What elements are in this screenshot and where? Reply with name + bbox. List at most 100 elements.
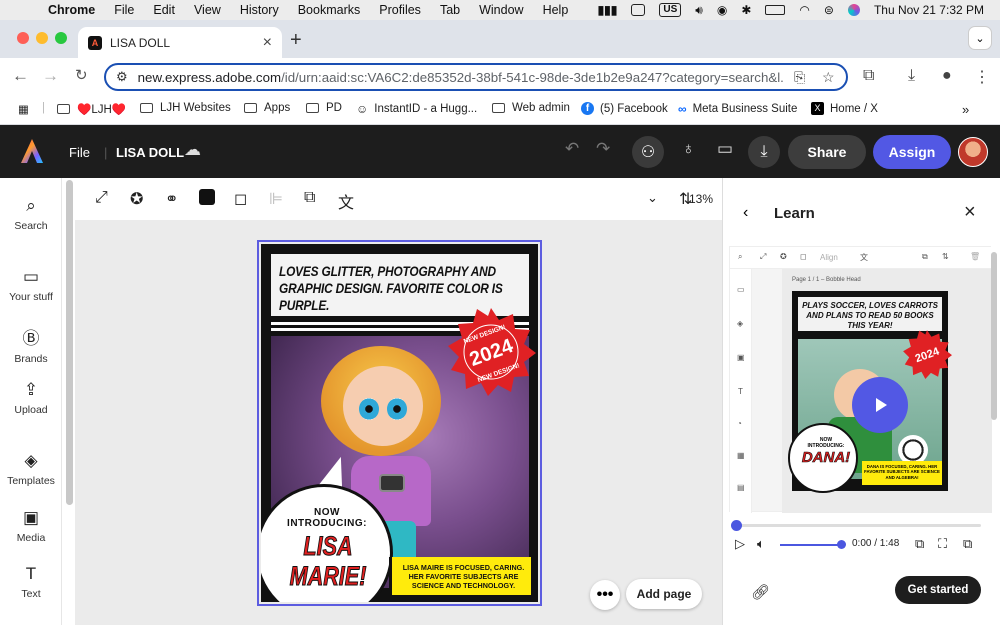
bookmark-ljh-folder[interactable]: ♥️LJH♥️: [57, 102, 126, 116]
address-url[interactable]: new.express.adobe.com/id/urn:aaid:sc:VA6…: [138, 70, 783, 85]
rail-scrollbar[interactable]: [66, 180, 73, 505]
rail-item-text[interactable]: T Text: [0, 564, 62, 600]
animate-icon[interactable]: ⚭: [165, 189, 178, 209]
cloud-icon[interactable]: ☁︎: [184, 140, 201, 160]
extensions-puzzle-icon[interactable]: ⧉: [863, 67, 874, 85]
link-icon[interactable]: 🔗︎: [751, 583, 770, 601]
window-close-button[interactable]: [17, 32, 29, 44]
volume-icon[interactable]: 🔊︎: [695, 3, 703, 18]
menu-history[interactable]: History: [240, 3, 279, 17]
rail-item-upload[interactable]: ⇪ Upload: [0, 380, 62, 416]
translate-icon[interactable]: 文: [338, 189, 354, 213]
window-zoom-button[interactable]: [55, 32, 67, 44]
more-options-button[interactable]: •••: [590, 580, 620, 610]
caption-text[interactable]: LISA MAIRE IS FOCUSED, CARING. HER FAVOR…: [396, 563, 531, 590]
menu-profiles[interactable]: Profiles: [379, 3, 421, 17]
back-chevron-icon[interactable]: ‹: [743, 204, 748, 222]
menu-file[interactable]: File: [114, 3, 134, 17]
install-app-icon[interactable]: ⎘: [794, 69, 805, 86]
menu-window[interactable]: Window: [479, 3, 523, 17]
control-center-icon[interactable]: ⊜: [824, 3, 834, 17]
input-source-badge[interactable]: US: [659, 3, 682, 17]
downloads-icon[interactable]: ⤓: [908, 67, 915, 85]
back-arrow-icon[interactable]: ←: [12, 66, 29, 86]
design-canvas[interactable]: LOVES GLITTER, PHOTOGRAPHY AND GRAPHIC D…: [75, 220, 722, 625]
screen-record-icon[interactable]: ◉: [717, 3, 727, 17]
bookmark-meta-business[interactable]: ∞ Meta Business Suite: [678, 102, 797, 116]
siri-icon[interactable]: [847, 4, 860, 16]
rail-item-search[interactable]: ⌕ Search: [0, 196, 62, 232]
bookmark-star-icon[interactable]: ☆: [822, 69, 835, 86]
document-title[interactable]: LISA DOLL: [116, 145, 184, 160]
menu-edit[interactable]: Edit: [153, 3, 175, 17]
new-tab-plus-icon[interactable]: +: [290, 29, 302, 52]
caption-box[interactable]: LISA MAIRE IS FOCUSED, CARING. HER FAVOR…: [389, 557, 531, 595]
profile-icon[interactable]: ●: [942, 67, 952, 85]
popout-icon[interactable]: ⧉: [963, 536, 972, 552]
play-icon[interactable]: ▷: [735, 536, 745, 552]
menubar-clock[interactable]: Thu Nov 21 7:32 PM: [874, 3, 984, 17]
poster-design[interactable]: LOVES GLITTER, PHOTOGRAPHY AND GRAPHIC D…: [261, 244, 538, 602]
bookmark-instantid[interactable]: ☺ InstantID - a Hugg...: [356, 102, 477, 116]
progress-knob[interactable]: [731, 520, 742, 531]
browser-tab-active[interactable]: A LISA DOLL ×: [78, 27, 282, 58]
zoom-level[interactable]: 13%: [689, 192, 713, 206]
layers-icon[interactable]: ⧉: [304, 189, 315, 207]
chrome-menu-icon[interactable]: ⋮: [974, 67, 990, 87]
bookmarks-overflow-icon[interactable]: »: [962, 102, 969, 117]
fullscreen-icon[interactable]: ⛶: [938, 536, 947, 552]
volume-slider[interactable]: [780, 540, 846, 549]
app-status-icon[interactable]: [631, 4, 646, 16]
play-video-button[interactable]: [852, 377, 908, 433]
bookmark-apps[interactable]: Apps: [244, 102, 290, 114]
video-progress-bar[interactable]: [731, 520, 981, 531]
apps-grid-icon[interactable]: ▦: [18, 102, 29, 116]
site-info-icon[interactable]: ⚙︎: [116, 69, 128, 85]
menu-help[interactable]: Help: [543, 3, 569, 17]
rail-item-templates[interactable]: ◈ Templates: [0, 451, 62, 487]
bookmark-x[interactable]: X Home / X: [811, 102, 878, 115]
zoom-chevron-icon[interactable]: ⌄: [647, 190, 658, 206]
rail-item-brands[interactable]: Ⓑ Brands: [0, 324, 62, 365]
file-menu[interactable]: File: [69, 145, 90, 160]
battery-icon[interactable]: [765, 5, 786, 15]
rail-item-media[interactable]: ▣ Media: [0, 508, 62, 544]
user-avatar[interactable]: [958, 137, 988, 167]
invite-user-icon[interactable]: ⚇: [632, 136, 664, 168]
bluetooth-icon[interactable]: ✱: [741, 3, 751, 17]
tutorial-video[interactable]: ⌕ ⤢ ✪ ◻︎ Align 文 ⧉ ⇅ 🗑︎ ▭ ◈ ▣ T ◔ ▦ ▤ Pa…: [729, 246, 992, 513]
adjust-sliders-icon[interactable]: ⇅: [679, 189, 692, 209]
add-page-button[interactable]: Add page: [626, 579, 702, 609]
volume-icon[interactable]: 🔈︎: [757, 536, 765, 552]
menu-tab[interactable]: Tab: [440, 3, 460, 17]
panel-scrollbar[interactable]: [991, 252, 997, 420]
resize-icon[interactable]: ⤢: [95, 189, 108, 207]
intro-text[interactable]: NOW INTRODUCING:: [278, 507, 376, 529]
menu-view[interactable]: View: [194, 3, 221, 17]
close-panel-icon[interactable]: ×: [964, 201, 976, 224]
assign-button[interactable]: Assign: [873, 135, 951, 169]
wifi-icon[interactable]: ◠: [799, 3, 809, 17]
bookmark-facebook[interactable]: f (5) Facebook: [581, 102, 668, 115]
bookmark-ljh-websites[interactable]: LJH Websites: [140, 102, 231, 114]
bookmark-pd[interactable]: PD: [306, 102, 342, 114]
menu-bookmarks[interactable]: Bookmarks: [298, 3, 361, 17]
get-started-button[interactable]: Get started: [895, 576, 981, 604]
menu-app-name[interactable]: Chrome: [48, 3, 95, 17]
share-button[interactable]: Share: [788, 135, 866, 169]
frame-icon[interactable]: ◻︎: [234, 189, 247, 209]
download-icon[interactable]: ⤓: [748, 136, 780, 168]
rail-item-your-stuff[interactable]: ▭ Your stuff: [0, 267, 62, 303]
tab-search-chevron-icon[interactable]: ⌄: [968, 26, 992, 50]
window-minimize-button[interactable]: [36, 32, 48, 44]
address-bar[interactable]: ⚙︎ new.express.adobe.com/id/urn:aaid:sc:…: [104, 63, 848, 91]
selected-page[interactable]: LOVES GLITTER, PHOTOGRAPHY AND GRAPHIC D…: [257, 240, 542, 606]
adobe-express-logo-icon[interactable]: [20, 138, 44, 164]
undo-icon[interactable]: ↶: [565, 139, 579, 159]
palette-icon[interactable]: ✪: [130, 189, 143, 209]
name-text[interactable]: LISA MARIE!: [286, 531, 369, 592]
tab-close-icon[interactable]: ×: [263, 34, 272, 52]
comment-icon[interactable]: ▭: [717, 139, 733, 159]
align-icon[interactable]: ⊫: [269, 189, 283, 209]
lightbulb-icon[interactable]: ♁: [682, 139, 695, 159]
